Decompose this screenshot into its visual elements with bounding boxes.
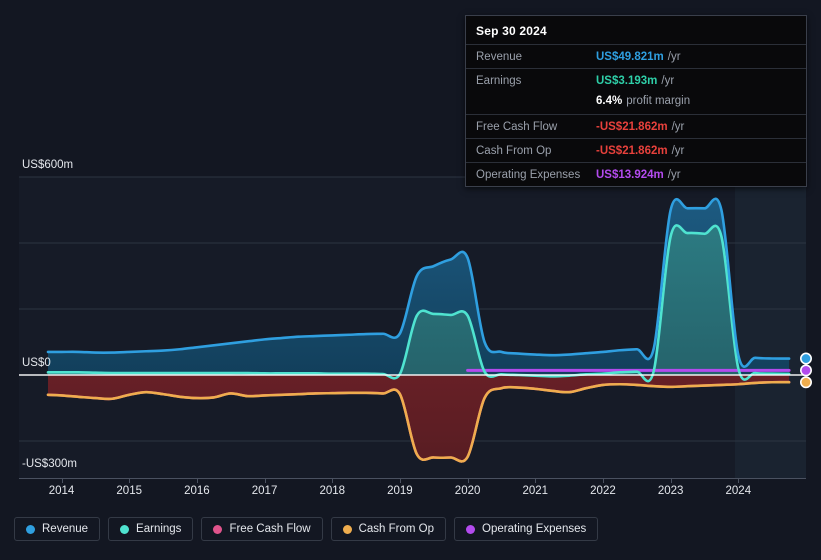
legend-color-dot-icon — [213, 524, 223, 534]
legend-item-label: Revenue — [42, 523, 89, 535]
tooltip-value-operating-expenses: US$13.924m — [596, 168, 664, 181]
x-axis-tick-2015 — [129, 478, 131, 483]
x-axis-label-2016: 2016 — [184, 485, 210, 497]
x-axis-tick-2023 — [670, 478, 672, 483]
legend-color-dot-icon — [342, 524, 352, 534]
legend-color-dot-icon — [466, 524, 476, 534]
x-axis-label-2024: 2024 — [725, 485, 752, 497]
x-axis-label-2014: 2014 — [48, 485, 75, 497]
tooltip-date: Sep 30 2024 — [476, 24, 547, 38]
tooltip-label-earnings: Earnings — [476, 74, 522, 87]
x-axis-tick-2018 — [332, 478, 334, 483]
legend-item-revenue[interactable]: Revenue — [14, 517, 101, 541]
tooltip-row-earnings: Earnings US$3.193m /yr — [466, 68, 806, 92]
legend-item-label: Operating Expenses — [482, 523, 587, 535]
tooltip-row-free-cash-flow: Free Cash Flow -US$21.862m /yr — [466, 114, 806, 138]
tooltip-row-revenue: Revenue US$49.821m /yr — [466, 44, 806, 68]
x-axis-tick-2016 — [196, 478, 198, 483]
tooltip-row-profit-margin: 6.4% profit margin — [466, 92, 806, 114]
x-axis-label-2023: 2023 — [657, 485, 684, 497]
x-axis-tick-2019 — [399, 478, 401, 483]
legend-item-label: Earnings — [136, 523, 182, 535]
legend-item-label: Free Cash Flow — [229, 523, 311, 535]
y-axis-label-bottom: -US$300m — [22, 458, 77, 470]
x-axis-label-2020: 2020 — [454, 485, 481, 497]
legend-color-dot-icon — [26, 524, 35, 534]
x-axis-tick-2014 — [61, 478, 63, 483]
legend-item-free-cash-flow[interactable]: Free Cash Flow — [201, 517, 323, 541]
legend-color-dot-icon — [120, 524, 130, 534]
x-axis-line — [19, 478, 806, 479]
x-axis-tick-2022 — [602, 478, 604, 483]
x-axis-label-2021: 2021 — [522, 485, 549, 497]
tooltip-row-operating-expenses: Operating Expenses US$13.924m /yr — [466, 162, 806, 186]
legend-item-cash-from-op[interactable]: Cash From Op — [330, 517, 447, 541]
x-axis-label-2022: 2022 — [590, 485, 616, 497]
tooltip-unit-free-cash-flow: /yr — [671, 120, 685, 133]
tooltip-value-earnings: US$3.193m — [596, 74, 658, 87]
data-tooltip: Sep 30 2024 Revenue US$49.821m /yr Earni… — [465, 15, 807, 187]
endpoint-marker-cash-from-op — [799, 376, 812, 389]
tooltip-unit-operating-expenses: /yr — [667, 168, 681, 181]
legend-item-earnings[interactable]: Earnings — [108, 517, 194, 541]
tooltip-label-operating-expenses: Operating Expenses — [476, 168, 581, 181]
tooltip-text-profit-margin: profit margin — [626, 94, 691, 107]
x-axis-tick-2017 — [264, 478, 266, 483]
tooltip-row-cash-from-op: Cash From Op -US$21.862m /yr — [466, 138, 806, 162]
x-axis-label-2017: 2017 — [251, 485, 278, 497]
tooltip-unit-earnings: /yr — [661, 74, 675, 87]
x-axis-label-2019: 2019 — [387, 485, 413, 497]
legend-item-operating-expenses[interactable]: Operating Expenses — [454, 517, 599, 541]
x-axis-tick-2021 — [535, 478, 537, 483]
legend-item-label: Cash From Op — [358, 523, 435, 535]
endpoint-marker-revenue — [799, 352, 812, 365]
y-axis-label-top: US$600m — [22, 159, 74, 171]
y-axis-label-zero: US$0 — [22, 357, 51, 369]
x-axis-tick-2024 — [738, 478, 740, 483]
tooltip-value-cash-from-op: -US$21.862m — [596, 144, 668, 157]
tooltip-unit-cash-from-op: /yr — [671, 144, 685, 157]
tooltip-value-revenue: US$49.821m — [596, 50, 664, 63]
x-axis-tick-2020 — [467, 478, 469, 483]
tooltip-label-cash-from-op: Cash From Op — [476, 144, 552, 157]
x-axis-label-2015: 2015 — [116, 485, 142, 497]
chart-legend: Revenue Earnings Free Cash Flow Cash From O… — [14, 517, 599, 541]
tooltip-label-revenue: Revenue — [476, 50, 523, 63]
endpoint-marker-operating-expenses — [799, 364, 812, 377]
tooltip-value-profit-margin: 6.4% — [596, 94, 623, 107]
tooltip-unit-revenue: /yr — [667, 50, 681, 63]
financial-chart: US$600m US$0 -US$300m 2014 2015 2016 2017 20… — [0, 0, 821, 560]
tooltip-label-free-cash-flow: Free Cash Flow — [476, 120, 558, 133]
tooltip-value-free-cash-flow: -US$21.862m — [596, 120, 668, 133]
x-axis-label-2018: 2018 — [319, 485, 346, 497]
